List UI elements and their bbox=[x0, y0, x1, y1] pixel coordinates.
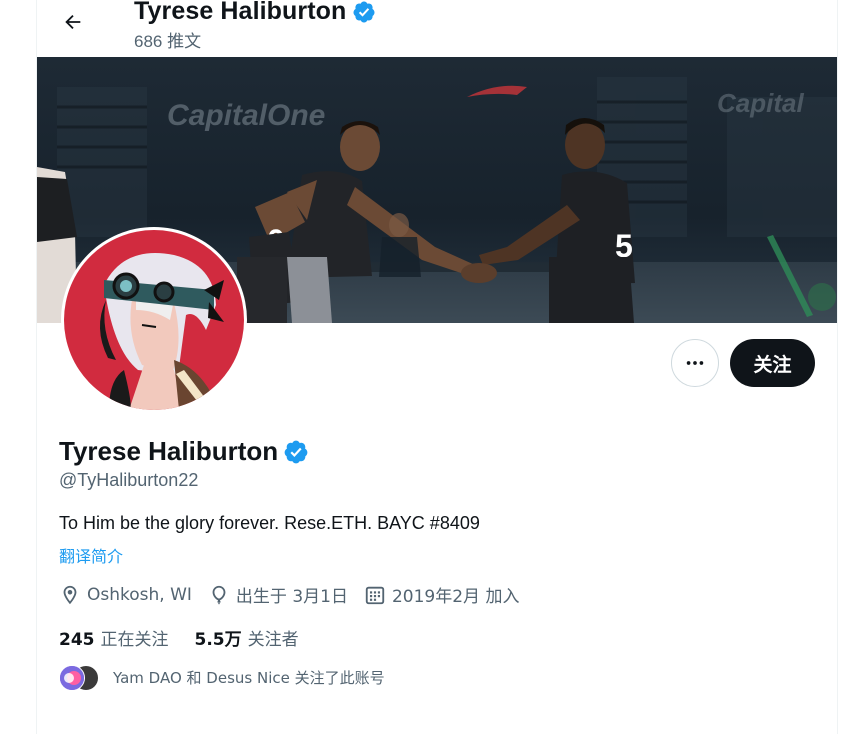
calendar-icon bbox=[365, 586, 385, 604]
profile-handle: @TyHaliburton22 bbox=[59, 470, 199, 490]
arrow-left-icon bbox=[65, 14, 81, 30]
back-button[interactable] bbox=[55, 4, 91, 40]
verified-badge-icon bbox=[284, 440, 308, 463]
follow-stats: 245 正在关注 5.5万 关注者 bbox=[59, 625, 325, 650]
joined-text: 2019年2月 加入 bbox=[391, 587, 520, 607]
following-link[interactable]: 245 正在关注 bbox=[59, 625, 169, 650]
header-name-text: Tyrese Haliburton bbox=[134, 0, 347, 25]
balloon-icon bbox=[212, 585, 226, 604]
followers-link[interactable]: 5.5万 关注者 bbox=[195, 625, 299, 650]
svg-text:Capital: Capital bbox=[717, 88, 804, 118]
profile-header: Tyrese Haliburton 686 推文 bbox=[37, 0, 837, 56]
translate-bio-link[interactable]: 翻译简介 bbox=[59, 543, 123, 567]
location-text: Oshkosh, WI bbox=[87, 584, 192, 605]
birthday-item: 出生于 3月1日 bbox=[208, 582, 348, 607]
tweet-count: 686 推文 bbox=[134, 32, 202, 51]
verified-badge-icon bbox=[353, 1, 375, 22]
profile-meta: Oshkosh, WI 出生于 3月1日 2019年2月 加入 bbox=[59, 582, 535, 607]
profile-name: Tyrese Haliburton bbox=[59, 436, 309, 467]
more-options-button[interactable] bbox=[671, 339, 719, 387]
ellipsis-icon bbox=[686, 361, 704, 365]
profile-avatar[interactable] bbox=[61, 227, 247, 413]
avatar bbox=[59, 665, 85, 691]
follow-button[interactable]: 关注 bbox=[730, 339, 815, 387]
profile-column: Tyrese Haliburton 686 推文 CapitalOne Capi… bbox=[36, 0, 838, 734]
followers-you-know-avatars bbox=[59, 664, 99, 691]
header-title: Tyrese Haliburton bbox=[134, 0, 376, 26]
following-count: 245 bbox=[59, 630, 95, 650]
followers-count: 5.5万 bbox=[194, 630, 242, 650]
following-label: 正在关注 bbox=[100, 630, 169, 650]
profile-name-text: Tyrese Haliburton bbox=[59, 436, 279, 466]
profile-bio: To Him be the glory forever. Rese.ETH. B… bbox=[59, 513, 480, 533]
location-item: Oshkosh, WI bbox=[59, 584, 192, 606]
location-pin-icon bbox=[63, 585, 77, 604]
followers-label: 关注者 bbox=[247, 630, 299, 650]
followed-by-text: Yam DAO 和 Desus Nice 关注了此账号 bbox=[113, 668, 385, 687]
avatar-image bbox=[64, 230, 244, 410]
joined-item: 2019年2月 加入 bbox=[364, 582, 519, 607]
banner-sponsor-text: CapitalOne bbox=[167, 99, 325, 132]
followed-by-link[interactable]: Yam DAO 和 Desus Nice 关注了此账号 bbox=[59, 664, 385, 691]
birthday-text: 出生于 3月1日 bbox=[235, 587, 348, 607]
